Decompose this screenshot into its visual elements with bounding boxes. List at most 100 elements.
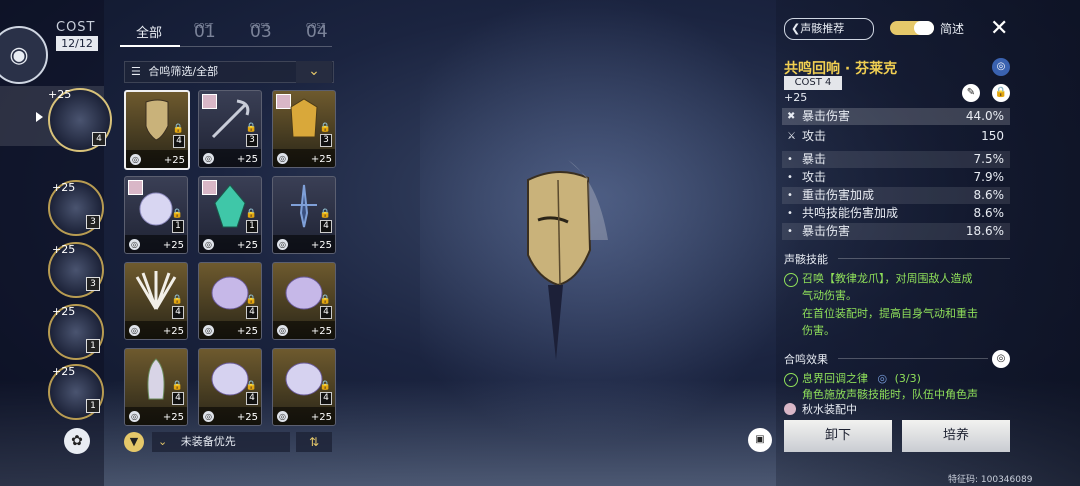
echo-recommend-button[interactable]: ❮声骸推荐 [784, 18, 874, 40]
echo-card[interactable]: 🔒 4 ◎ +25 [272, 348, 336, 426]
check-icon: ✓ [784, 273, 798, 287]
chevron-left-icon: ❮ [791, 22, 801, 35]
bullet-icon: • [787, 154, 793, 165]
card-level: +25 [310, 326, 332, 337]
stat-value: 8.6% [973, 188, 1005, 202]
recommend-label: 声骸推荐 [800, 22, 845, 35]
section-divider [838, 358, 988, 359]
unequip-button[interactable]: 卸下 [784, 420, 892, 452]
echo-card[interactable]: 🔒 4 ◎ +25 [198, 262, 262, 340]
lock-icon: 🔒 [171, 295, 183, 305]
card-level: +25 [162, 412, 184, 423]
sub-stat-row: • 重击伤害加成 8.6% [782, 187, 1010, 204]
stat-name: 暴击伤害 [802, 109, 851, 123]
stat-name: 暴击 [802, 152, 827, 166]
lock-icon: 🔒 [319, 295, 331, 305]
slot-level: +25 [52, 305, 76, 318]
echo-card[interactable]: 🔒 4 ◎ +25 [272, 262, 336, 340]
stat-name: 重击伤害加成 [802, 188, 875, 202]
bullet-icon: • [787, 190, 793, 201]
lock-icon: 🔒 [245, 295, 257, 305]
close-icon[interactable]: ✕ [990, 16, 1008, 41]
echo-card[interactable]: 🔒 1 ◎ +25 [124, 176, 188, 254]
lock-icon: 🔒 [171, 209, 183, 219]
stat-value: 7.9% [973, 170, 1005, 184]
flower-icon: ✿ [71, 433, 83, 449]
stat-value: 18.6% [965, 224, 1004, 238]
card-cost: 4 [320, 220, 332, 233]
skill-section-title: 声骸技能 [784, 253, 828, 266]
echo-card[interactable]: 🔒 3 ◎ +25 [272, 90, 336, 168]
card-level: +25 [236, 154, 258, 165]
skill-line: 召唤【教律龙爪】，对周围敌人造成 [802, 272, 973, 285]
lock-icon: 🔒 [245, 209, 257, 219]
sonata-icon: ◎ [130, 154, 141, 165]
sort-order-button[interactable]: ⇅ [296, 432, 332, 452]
sonata-icon: ◎ [203, 411, 214, 422]
stat-name: 暴击伤害 [802, 224, 851, 238]
lock-icon: 🔒 [171, 381, 183, 391]
tab-active-indicator [120, 45, 180, 47]
sub-stat-row: • 暴击 7.5% [782, 151, 1010, 168]
echo-card[interactable]: 🔒 1 ◎ +25 [198, 176, 262, 254]
sonata-name-row: 息界回调之律 ◎ (3/3) [802, 370, 1010, 387]
upgrade-button[interactable]: 培养 [902, 420, 1010, 452]
echo-level: +25 [784, 91, 808, 104]
card-level: +25 [236, 240, 258, 251]
stat-value: 44.0% [965, 109, 1004, 123]
selected-caret-icon [36, 112, 43, 122]
bullet-icon: • [787, 226, 793, 237]
card-level: +25 [236, 326, 258, 337]
sort-dropdown[interactable]: ⌄ 未装备优先 [152, 432, 290, 452]
discard-icon[interactable]: ✎ [962, 84, 980, 102]
sonata-icon: ◎ [277, 239, 288, 250]
echo-card[interactable]: 🔒 3 ◎ +25 [198, 90, 262, 168]
chevron-down-icon: ⌄ [158, 435, 168, 448]
card-level: +25 [163, 155, 185, 166]
card-cost: 4 [320, 392, 332, 405]
filter-expand-button[interactable]: ⌄ [296, 61, 332, 83]
card-cost: 4 [246, 306, 258, 319]
slot-level: +25 [48, 88, 72, 101]
echo-card[interactable]: 🔒 4 ◎ +25 [124, 90, 190, 170]
compare-icon[interactable]: ▣ [748, 428, 772, 452]
echo-card[interactable]: 🔒 4 ◎ +25 [198, 348, 262, 426]
lock-icon[interactable]: 🔒 [992, 84, 1010, 102]
slot-cost: 3 [86, 277, 100, 291]
section-divider [838, 258, 1010, 259]
card-cost: 4 [173, 135, 185, 148]
echo-card[interactable]: 🔒 4 ◎ +25 [272, 176, 336, 254]
sonata-section-title: 合鸣效果 [784, 353, 828, 366]
card-level: +25 [236, 412, 258, 423]
card-level: +25 [162, 240, 184, 251]
sonata-info-icon[interactable]: ◎ [992, 350, 1010, 368]
sonata-icon: ◎ [129, 239, 140, 250]
sonata-wheel-button[interactable]: ✿ [64, 428, 90, 454]
filter-icon[interactable]: ▼ [124, 432, 144, 452]
list-icon: ☰ [131, 65, 141, 78]
card-level: +25 [310, 154, 332, 165]
sonata-icon: ◎ [277, 325, 288, 336]
sort-order-icon: ⇅ [308, 435, 320, 449]
card-cost: 3 [320, 134, 332, 147]
stat-value: 150 [981, 129, 1004, 143]
filter-label: 合鸣筛选/全部 [148, 65, 219, 78]
echo-card[interactable]: 🔒 4 ◎ +25 [124, 348, 188, 426]
card-cost: 4 [172, 392, 184, 405]
echo-card[interactable]: 🔒 4 ◎ +25 [124, 262, 188, 340]
tab-cost-3[interactable]: 03 [250, 22, 272, 42]
sub-stat-row: • 暴击伤害 18.6% [782, 223, 1010, 240]
brief-toggle-label: 简述 [940, 22, 965, 36]
tab-cost-4[interactable]: 04 [306, 22, 328, 42]
lock-icon: 🔒 [245, 381, 257, 391]
sonata-icon: ◎ [129, 325, 140, 336]
card-cost: 4 [172, 306, 184, 319]
sort-label: 未装备优先 [180, 435, 236, 448]
tab-cost-1[interactable]: 01 [194, 22, 216, 42]
character-icon: ◉ [9, 42, 29, 68]
attack-icon: ⚔ [787, 131, 796, 142]
slot-level: +25 [52, 181, 76, 194]
toggle-knob [914, 21, 934, 35]
sonata-set-icon: ◎ [877, 372, 888, 385]
tab-all[interactable]: 全部 [136, 22, 162, 41]
